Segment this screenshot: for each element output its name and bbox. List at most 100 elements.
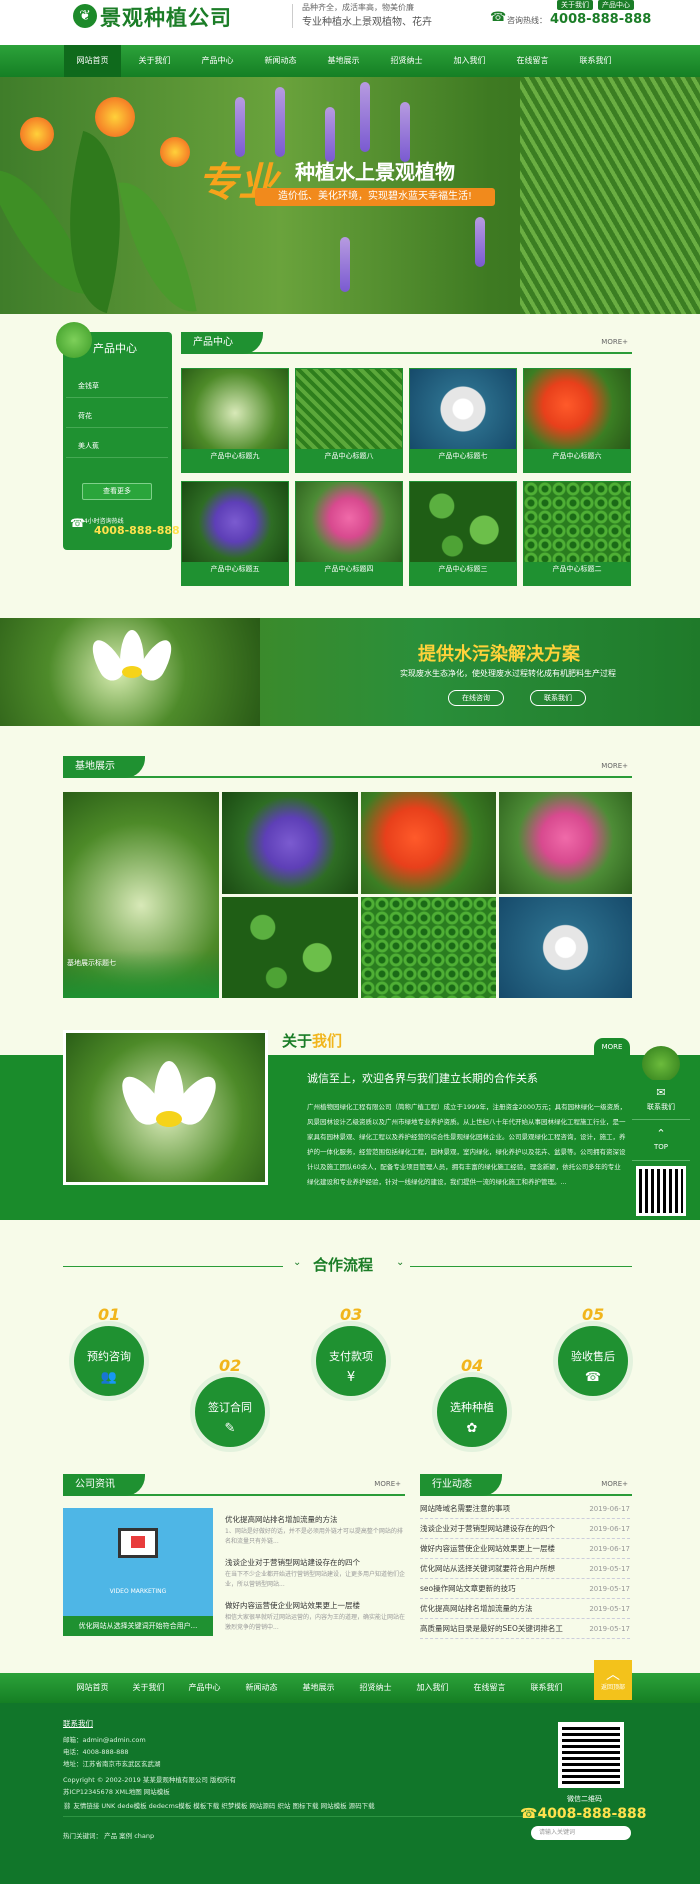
nav-item-join[interactable]: 加入我们 [441,45,498,77]
step-number: 02 [219,1356,242,1375]
section-title: 产品中心 [181,332,263,354]
slogan-line1: 品种齐全，成活率高，物美价廉 [302,3,414,12]
product-card[interactable]: 产品中心标题六 [523,368,631,473]
nav-item-about[interactable]: 关于我们 [126,45,183,77]
sidebar-item-2[interactable]: 荷花 [66,404,168,428]
footer-search-input[interactable]: 请输入关键词 [531,1826,631,1840]
footer-phone: 电话：4008-888-888 [63,1748,129,1756]
hot-keywords-label: 热门关键词： [63,1832,102,1840]
product-card[interactable]: 产品中心标题七 [409,368,517,473]
hot-keywords-list[interactable]: 产品 案例 chanp [104,1832,154,1840]
industry-title[interactable]: 优化提高网站排名增加流量的方法 [420,1604,533,1613]
product-title[interactable]: 产品中心标题五 [182,564,288,574]
about-more-link[interactable]: MORE [594,1038,630,1056]
nav-item-message[interactable]: 在线留言 [504,45,561,77]
news-item[interactable]: 浅谈企业对于营销型网站建设存在的四个 在当下不少企业都开始进行营销型网站建设，让… [225,1557,405,1590]
industry-title[interactable]: 浅谈企业对于营销型网站建设存在的四个 [420,1524,555,1533]
product-card[interactable]: 产品中心标题三 [409,481,517,586]
news-section-header: 公司资讯 MORE+ [63,1474,405,1496]
more-link[interactable]: MORE+ [374,1480,401,1488]
product-card[interactable]: 产品中心标题八 [295,368,403,473]
logo-icon[interactable]: ❦ [73,4,97,28]
news-desc: 相信大家很早就听过网站运营的，内容为王的道理，确实能让网站在激烈竞争的营销中..… [225,1614,406,1631]
product-title[interactable]: 产品中心标题七 [410,451,516,461]
industry-row[interactable]: 优化提高网站排名增加流量的方法 2019-05-17 [420,1599,630,1619]
nav-item-contact[interactable]: 联系我们 [567,45,624,77]
industry-row[interactable]: 高质量网站目录是最好的SEO关键词排名工 2019-05-17 [420,1619,630,1639]
footer-nav-jobs[interactable]: 招贤纳士 [347,1673,404,1703]
base-image[interactable] [222,897,358,998]
news-title[interactable]: 优化提高网站排名增加流量的方法 [225,1514,405,1525]
industry-title[interactable]: 做好内容运营使企业网站效果更上一层楼 [420,1544,555,1553]
contact-button[interactable]: 联系我们 [530,690,586,706]
news-title[interactable]: 浅谈企业对于营销型网站建设存在的四个 [225,1557,405,1568]
float-contact-button[interactable]: ✉ 联系我们 [632,1080,690,1120]
nav-item-products[interactable]: 产品中心 [189,45,246,77]
news-item[interactable]: 做好内容运营使企业网站效果更上一层楼 相信大家很早就听过网站运营的，内容为王的道… [225,1600,405,1633]
logo-text[interactable]: 景观种植公司 [100,2,232,32]
friend-links-list[interactable]: UNK dede模板 dedecms模板 模板下载 织梦模板 网站源码 织站 图… [101,1802,374,1810]
product-card[interactable]: 产品中心标题二 [523,481,631,586]
base-image[interactable] [361,792,496,894]
footer-nav-base[interactable]: 基地展示 [290,1673,347,1703]
hot-keywords: 热门关键词： 产品 案例 chanp [63,1830,154,1840]
footer-nav-contact[interactable]: 联系我们 [518,1673,575,1703]
product-title[interactable]: 产品中心标题二 [524,564,630,574]
base-image[interactable] [361,897,496,998]
footer-icp[interactable]: 苏ICP12345678 XML地图 网站模板 [63,1786,170,1796]
back-to-top-button[interactable]: ︿ 返回顶部 [594,1660,632,1700]
news-image[interactable]: VIDEO MARKETING 优化网站从选择关键词开始符合用户... [63,1508,213,1636]
flow-step: 支付款项 ¥ [311,1321,391,1401]
footer-nav-about[interactable]: 关于我们 [120,1673,177,1703]
step-label: 选种种植 [450,1401,494,1414]
product-card[interactable]: 产品中心标题九 [181,368,289,473]
footer-nav-join[interactable]: 加入我们 [404,1673,461,1703]
more-link[interactable]: MORE+ [601,1480,628,1488]
news-image-caption[interactable]: 优化网站从选择关键词开始符合用户... [63,1616,213,1636]
sidebar-more-button[interactable]: 查看更多 [82,483,152,500]
flow-divider-left [63,1266,283,1267]
industry-title[interactable]: 网站降域名需要注意的事项 [420,1504,510,1513]
nav-item-home[interactable]: 网站首页 [64,45,121,77]
industry-row[interactable]: 做好内容运营使企业网站效果更上一层楼 2019-06-17 [420,1539,630,1559]
hotline-label: 咨询热线： [507,16,547,25]
industry-title[interactable]: 高质量网站目录是最好的SEO关键词排名工 [420,1624,563,1633]
nav-item-jobs[interactable]: 招贤纳士 [378,45,435,77]
sidebar-item-3[interactable]: 美人蕉 [66,434,168,458]
industry-title[interactable]: 优化网站从选择关键词就要符合用户所想 [420,1564,555,1573]
product-title[interactable]: 产品中心标题六 [524,451,630,461]
top-link-about[interactable]: 关于我们 [557,0,593,10]
product-card[interactable]: 产品中心标题四 [295,481,403,586]
play-icon [131,1536,145,1548]
product-title[interactable]: 产品中心标题三 [410,564,516,574]
product-title[interactable]: 产品中心标题九 [182,451,288,461]
more-link[interactable]: MORE+ [601,762,628,770]
product-title[interactable]: 产品中心标题八 [296,451,402,461]
industry-row[interactable]: seo操作网站文章更新的技巧 2019-05-17 [420,1579,630,1599]
float-top-button[interactable]: ⌃ TOP [632,1121,690,1161]
top-link-products[interactable]: 产品中心 [598,0,634,10]
product-card[interactable]: 产品中心标题五 [181,481,289,586]
base-image[interactable] [499,792,632,894]
news-item[interactable]: 优化提高网站排名增加流量的方法 1、网站是好做好的话，并不是必须用外链才可以提高… [225,1514,405,1547]
footer-nav-news[interactable]: 新闻动态 [233,1673,290,1703]
industry-title[interactable]: seo操作网站文章更新的技巧 [420,1584,516,1593]
base-featured-caption[interactable]: 基地展示标题七 [67,958,116,968]
industry-row[interactable]: 网站降域名需要注意的事项 2019-06-17 [420,1499,630,1519]
base-image[interactable] [222,792,358,894]
flow-step: 预约咨询 👥 [69,1321,149,1401]
nav-item-news[interactable]: 新闻动态 [252,45,309,77]
flow-step: 签订合同 ✎ [190,1372,270,1452]
industry-row[interactable]: 优化网站从选择关键词就要符合用户所想 2019-05-17 [420,1559,630,1579]
footer-nav-products[interactable]: 产品中心 [176,1673,233,1703]
industry-row[interactable]: 浅谈企业对于营销型网站建设存在的四个 2019-06-17 [420,1519,630,1539]
nav-item-base[interactable]: 基地展示 [315,45,372,77]
base-image[interactable] [499,897,632,998]
news-title[interactable]: 做好内容运营使企业网站效果更上一层楼 [225,1600,405,1611]
more-link[interactable]: MORE+ [601,338,628,346]
consult-button[interactable]: 在线咨询 [448,690,504,706]
footer-nav-message[interactable]: 在线留言 [461,1673,518,1703]
footer-nav-home[interactable]: 网站首页 [64,1673,121,1703]
product-title[interactable]: 产品中心标题四 [296,564,402,574]
sidebar-item-1[interactable]: 金钱草 [66,374,168,398]
